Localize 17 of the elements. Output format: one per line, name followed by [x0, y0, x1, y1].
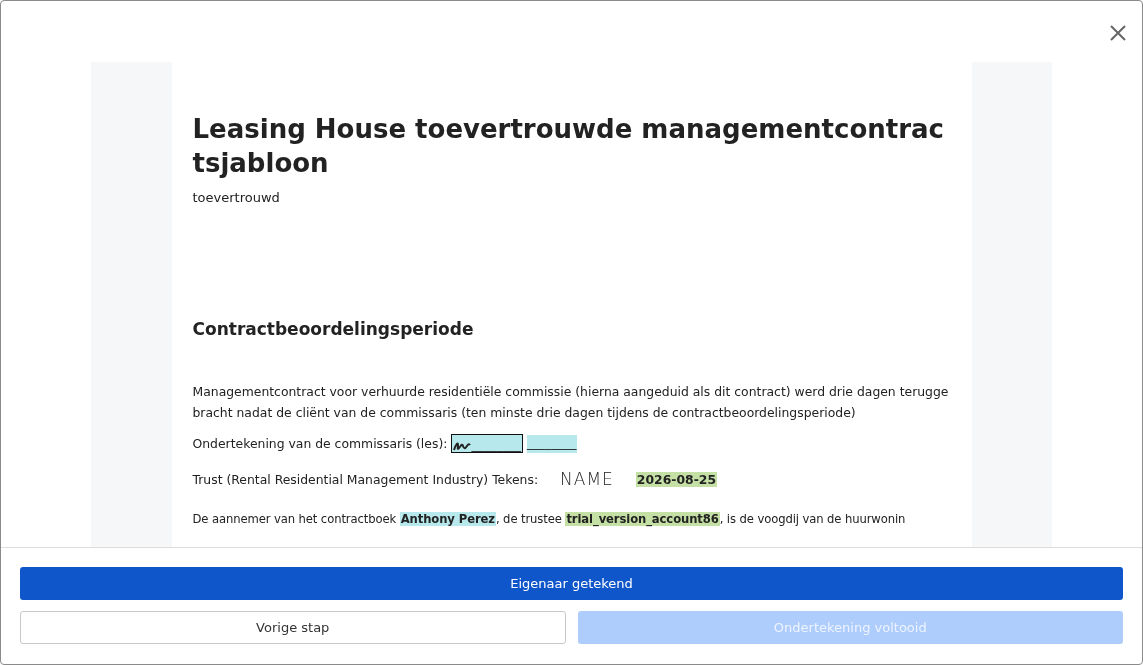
close-icon: [1110, 25, 1126, 41]
signature-label: Trust (Rental Residential Management Industry) Tekens:: [192, 471, 539, 487]
section-heading: Contractbeoordelingsperiode: [192, 319, 475, 339]
action-button[interactable]: Eigenaar getekend: [20, 567, 1123, 600]
signature-label: Ondertekening van de commissaris (les):: [192, 436, 448, 451]
filled-field[interactable]: trial_version_account86: [565, 512, 720, 526]
date-field[interactable]: ________: [526, 434, 577, 453]
date-field[interactable]: 2026-08-25: [635, 471, 718, 487]
paragraph: Managementcontract voor verhuurde residentiële commissie (hierna aangeduid als dit contract) werd drie dagen teruggebracht nadat de cliënt van de commissaris (ten minste drie dagen tijdens de contractbeoordelingsperiode): [192, 383, 950, 422]
signature-field[interactable]: ________: [451, 434, 523, 453]
document-subtitle: toevertrouwd: [192, 190, 281, 205]
action-button[interactable]: Vorige stap: [20, 611, 566, 644]
filled-field[interactable]: Anthony Perez: [399, 512, 496, 526]
document-title: Leasing House toevertrouwde managementcontractsjabloon: [192, 113, 945, 180]
signature: NAME: [560, 469, 614, 489]
paragraph: De aannemer van het contractboek Anthony Perez, de trustee trial_version_account86, is de voogdij van de huurwonin: [192, 511, 907, 529]
signature-scribble-icon: [453, 440, 472, 452]
